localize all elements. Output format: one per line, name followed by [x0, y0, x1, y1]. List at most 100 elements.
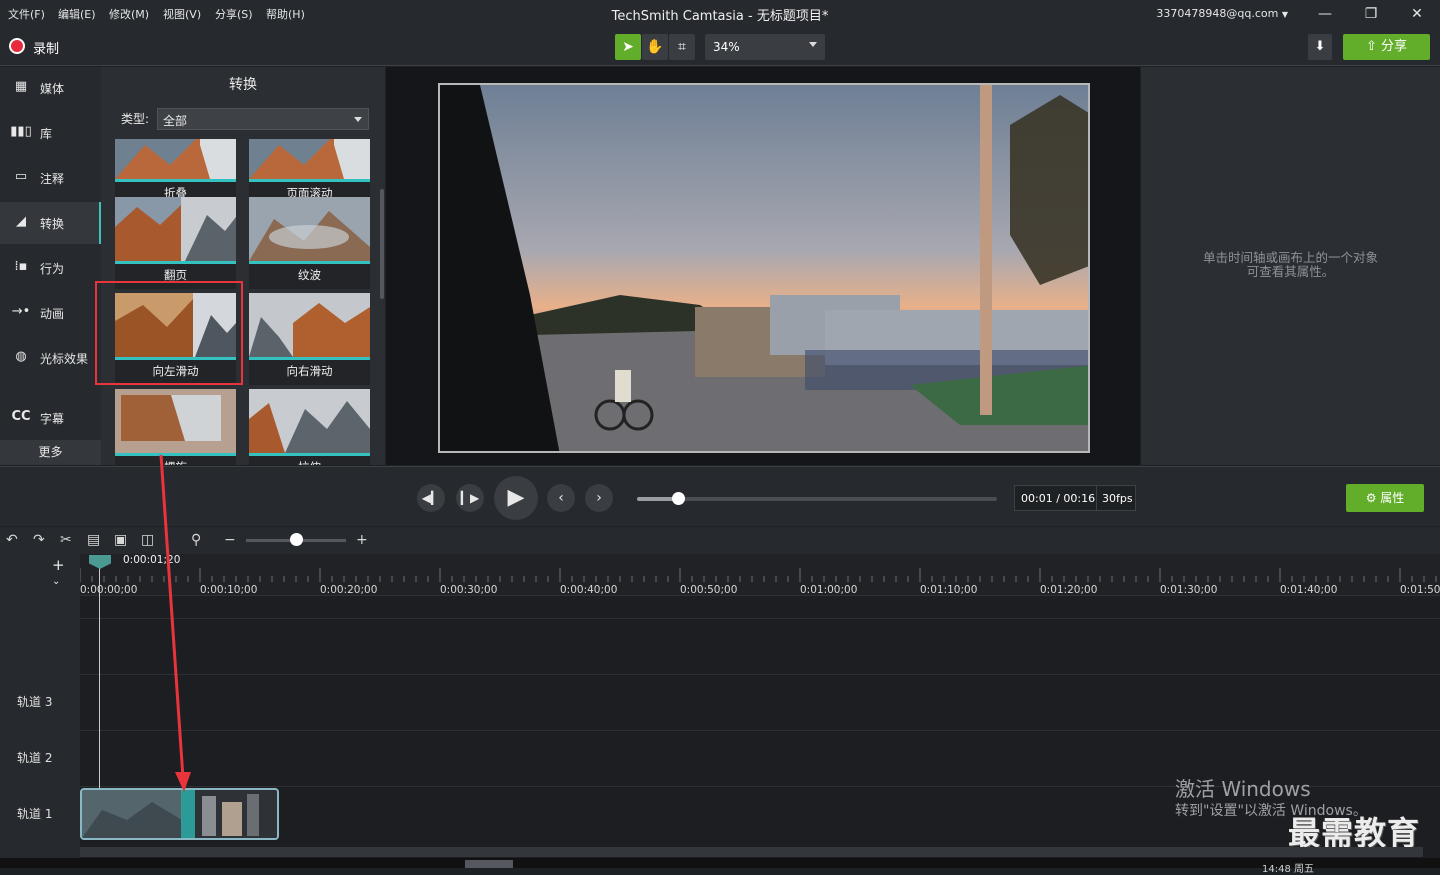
- play-button[interactable]: ▶: [494, 476, 538, 520]
- playback-bar: ◀▎ ▎▶ ▶ ‹ › 00:01 / 00:16 30fps ⚙ 属性: [0, 466, 1440, 526]
- split-icon[interactable]: ◫: [141, 532, 154, 548]
- transition-page-turn[interactable]: 翻页: [115, 197, 236, 289]
- track-row-empty[interactable]: [80, 618, 1440, 673]
- sidebar-item-captions[interactable]: CC 字幕: [0, 397, 101, 439]
- transition-stretch[interactable]: 拉伸: [249, 389, 370, 465]
- menu-view[interactable]: 视图(V): [163, 6, 201, 22]
- crop-icon: ⌗: [678, 39, 686, 55]
- scrollbar-thumb[interactable]: [465, 860, 513, 868]
- share-button[interactable]: ⇧ 分享: [1343, 34, 1430, 60]
- chevron-right-icon: ›: [596, 490, 602, 506]
- behavior-icon: ⁞▪: [14, 259, 28, 274]
- transition-slide-right[interactable]: 向右滑动: [249, 293, 370, 385]
- ruler-tick-label: 0:01:40;00: [1280, 584, 1338, 596]
- scrub-handle[interactable]: [672, 492, 685, 505]
- account-email: 3370478948@qq.com: [1156, 7, 1279, 20]
- selection-highlight: [95, 281, 243, 385]
- restore-button[interactable]: ❐: [1351, 2, 1391, 26]
- timeline-scrollbar[interactable]: [80, 847, 1423, 857]
- close-icon: ✕: [1411, 6, 1423, 22]
- step-forward-icon: ▎▶: [460, 491, 480, 505]
- chevron-down-icon[interactable]: ⌄: [52, 576, 60, 587]
- track-headers: + ⌄ 轨道 3 轨道 2 轨道 1: [0, 554, 80, 868]
- panel-title: 转换: [229, 77, 257, 93]
- download-button[interactable]: ⬇: [1308, 34, 1332, 60]
- menu-modify[interactable]: 修改(M): [109, 6, 149, 22]
- record-icon[interactable]: [9, 38, 25, 54]
- time-display: 00:01 / 00:16 30fps: [1014, 485, 1136, 511]
- cut-icon[interactable]: ✂: [60, 532, 72, 548]
- sidebar-item-annotations[interactable]: ▭ 注释: [0, 157, 101, 199]
- sidebar-item-transitions[interactable]: ◢ 转换: [0, 202, 101, 244]
- download-icon: ⬇: [1314, 39, 1326, 54]
- film-icon: ▦: [14, 79, 28, 94]
- play-icon: ▶: [507, 485, 525, 510]
- menu-edit[interactable]: 编辑(E): [58, 6, 96, 22]
- pan-tool-button[interactable]: ✋: [642, 34, 668, 60]
- time-value: 00:01 / 00:16: [1021, 492, 1096, 505]
- ruler-tick-label: 0:00:30;00: [440, 584, 498, 596]
- search-icon[interactable]: ⚲: [191, 532, 201, 548]
- zoom-out-icon[interactable]: −: [224, 532, 236, 548]
- transition-ripple[interactable]: 纹波: [249, 197, 370, 289]
- sidebar-item-library[interactable]: ▮▮▯ 库: [0, 112, 101, 154]
- chevron-left-icon: ‹: [558, 490, 564, 506]
- minimize-icon: —: [1318, 6, 1332, 22]
- share-label: 分享: [1381, 39, 1408, 54]
- annotation-icon: ▭: [14, 169, 28, 184]
- record-button[interactable]: 录制: [33, 38, 59, 57]
- panel-scrollbar[interactable]: [380, 189, 384, 299]
- thumbnail-image: [249, 139, 370, 179]
- menu-share[interactable]: 分享(S): [215, 6, 253, 22]
- zoom-select[interactable]: 34%: [705, 34, 825, 60]
- add-track-icon[interactable]: +: [52, 556, 65, 574]
- zoom-in-icon[interactable]: +: [356, 532, 368, 548]
- menu-file[interactable]: 文件(F): [8, 6, 45, 22]
- next-button[interactable]: ›: [585, 484, 613, 512]
- properties-hint: 单击时间轴或画布上的一个对象 可查看其属性。: [1202, 250, 1378, 279]
- more-button[interactable]: 更多: [0, 440, 101, 465]
- video-canvas[interactable]: [438, 83, 1090, 453]
- type-filter-select[interactable]: 全部: [157, 108, 369, 130]
- select-tool-button[interactable]: ➤: [615, 34, 641, 60]
- thumbnail-image: [115, 389, 236, 453]
- ruler-tick-label: 0:01:30;00: [1160, 584, 1218, 596]
- timeline-toolbar: ↶ ↷ ✂ ▤ ▣ ◫ ⚲ − +: [0, 527, 1440, 554]
- step-back-button[interactable]: ◀▎: [417, 484, 445, 512]
- track-row-3[interactable]: [80, 674, 1440, 729]
- close-button[interactable]: ✕: [1397, 2, 1437, 26]
- transition-spiral[interactable]: 螺旋: [115, 389, 236, 465]
- transition-marker[interactable]: [181, 790, 195, 838]
- account-menu[interactable]: 3370478948@qq.com ▼: [1156, 7, 1288, 20]
- thumbnail-image: [115, 197, 236, 261]
- crop-tool-button[interactable]: ⌗: [669, 34, 695, 60]
- tool-sidebar: ▦ 媒体 ▮▮▯ 库 ▭ 注释 ◢ 转换 ⁞▪ 行为 →• 动画 ◍ 光标效果 CC 字幕: [0, 67, 101, 465]
- sidebar-item-behaviors[interactable]: ⁞▪ 行为: [0, 247, 101, 289]
- copy-icon[interactable]: ▤: [87, 532, 100, 548]
- scrub-track[interactable]: [637, 497, 997, 501]
- clip-thumbnail: [82, 790, 277, 838]
- cursor-effect-icon: ◍: [15, 349, 27, 364]
- ruler-tick-label: 0:01:50;00: [1400, 584, 1440, 596]
- properties-button[interactable]: ⚙ 属性: [1346, 484, 1424, 512]
- redo-icon[interactable]: ↷: [33, 532, 45, 548]
- timeline-ruler[interactable]: 0:00:00;00 0:00:10;00 0:00:20;00 0:00:30;00…: [80, 554, 1440, 596]
- playhead-time: 0:00:01;20: [123, 554, 181, 566]
- track-3-label: 轨道 3: [17, 695, 53, 709]
- step-forward-button[interactable]: ▎▶: [456, 484, 484, 512]
- minimize-button[interactable]: —: [1305, 2, 1345, 26]
- sidebar-item-animations[interactable]: →• 动画: [0, 292, 101, 334]
- timeline-zoom-handle[interactable]: [290, 533, 303, 546]
- track-1-label: 轨道 1: [17, 807, 53, 821]
- paste-icon[interactable]: ▣: [114, 532, 127, 548]
- sidebar-item-cursor-effects[interactable]: ◍ 光标效果: [0, 337, 101, 379]
- media-clip[interactable]: [80, 788, 279, 840]
- previous-button[interactable]: ‹: [547, 484, 575, 512]
- sidebar-item-media[interactable]: ▦ 媒体: [0, 67, 101, 109]
- ruler-tick-label: 0:01:00;00: [800, 584, 858, 596]
- undo-icon[interactable]: ↶: [6, 532, 18, 548]
- share-icon: ⇧: [1365, 39, 1377, 54]
- ruler-tick-label: 0:01:20;00: [1040, 584, 1098, 596]
- menu-help[interactable]: 帮助(H): [266, 6, 305, 22]
- hand-icon: ✋: [646, 39, 664, 55]
